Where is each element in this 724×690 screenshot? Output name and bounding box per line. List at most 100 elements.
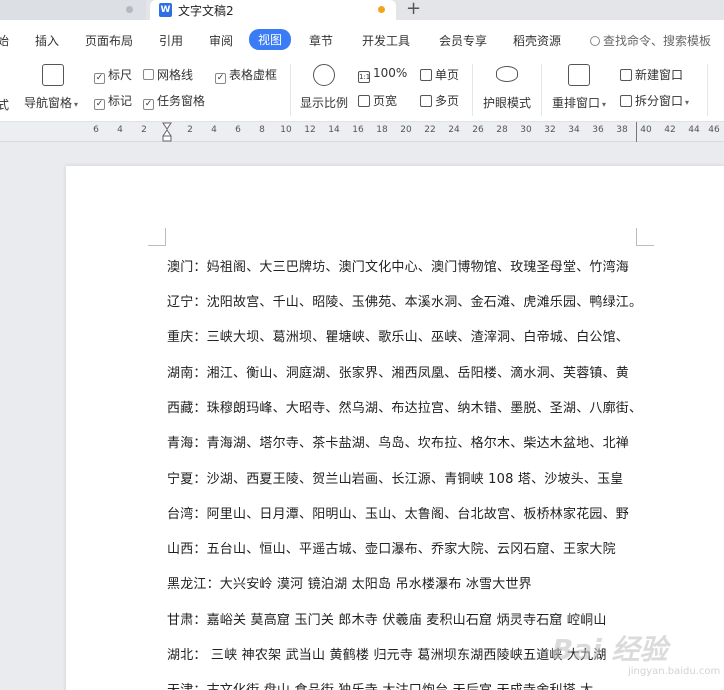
ruler-tick: 8	[259, 125, 265, 135]
document-line[interactable]: 甘肃：嘉峪关 莫高窟 玉门关 郎木寺 伏羲庙 麦积山石窟 炳灵寺石窟 崆峒山	[167, 609, 607, 628]
single-page-button[interactable]: 单页	[420, 66, 459, 83]
split-window-button[interactable]: 拆分窗口 ▾	[620, 92, 689, 109]
search-icon	[590, 36, 600, 46]
ribbon-separator	[541, 64, 542, 116]
ruler-tick: 30	[520, 125, 532, 135]
document-line[interactable]: 西藏：珠穆朗玛峰、大昭寺、然乌湖、布达拉宫、纳木错、墨脱、圣湖、八廓街、	[167, 397, 642, 416]
tab-previous[interactable]	[0, 0, 146, 20]
ruler-tick: 2	[141, 125, 147, 135]
ribbon-view: 式 导航窗格 ▾ ✓ 标尺 网格线 ✓ 表格虚框 ✓ 标记 ✓ 任务窗格 显示比例 1:1…	[0, 58, 724, 122]
rearrange-windows-button[interactable]: 重排窗口 ▾	[552, 94, 606, 111]
document-page[interactable]: 澳门：妈祖阁、大三巴牌坊、澳门文化中心、澳门博物馆、玫瑰圣母堂、竹湾海 辽宁：沈…	[66, 166, 724, 690]
ruler-checkbox[interactable]: ✓ 标尺	[94, 66, 132, 84]
page-width-label: 页宽	[373, 94, 398, 108]
document-line[interactable]: 台湾：阿里山、日月潭、阳明山、玉山、太鲁阁、台北故宫、板桥林家花园、野	[167, 503, 629, 522]
page-width-icon	[358, 95, 370, 107]
document-line[interactable]: 黑龙江：大兴安岭 漠河 镜泊湖 太阳岛 吊水楼瀑布 冰雪大世界	[167, 573, 532, 592]
document-line[interactable]: 辽宁：沈阳故宫、千山、昭陵、玉佛苑、本溪水洞、金石滩、虎滩乐园、鸭绿江。	[167, 291, 642, 310]
menu-member[interactable]: 会员专享	[439, 32, 487, 49]
tab-close-dot-icon[interactable]	[126, 6, 133, 13]
nav-pane-icon[interactable]	[42, 64, 64, 86]
ruler-tick: 28	[496, 125, 508, 135]
tab-active-document[interactable]: W 文字文稿2	[150, 0, 396, 22]
baidu-jingyan-watermark: Bai 经验 jingyan.baidu.com	[552, 626, 722, 677]
ruler-tick: 4	[211, 125, 217, 135]
split-window-label: 拆分窗口	[635, 94, 684, 108]
chevron-down-icon: ▾	[74, 100, 79, 109]
ruler-tick: 6	[235, 125, 241, 135]
zoom-100-label: 100%	[373, 66, 408, 80]
split-window-icon	[620, 95, 632, 107]
menu-bar: 始 插入 页面布局 引用 审阅 视图 章节 开发工具 会员专享 稻壳资源 查找命…	[0, 20, 724, 58]
rearrange-windows-icon[interactable]	[568, 64, 590, 86]
document-line[interactable]: 湖南：湘江、衡山、洞庭湖、张家界、湘西凤凰、岳阳楼、滴水洞、芙蓉镇、黄	[167, 362, 629, 381]
new-window-button[interactable]: 新建窗口	[620, 66, 683, 83]
menu-page-layout[interactable]: 页面布局	[85, 32, 133, 49]
document-line[interactable]: 青海：青海湖、塔尔寺、茶卡盐湖、鸟岛、坎布拉、格尔木、柴达木盆地、北禅	[167, 432, 629, 451]
ruler-tick: 4	[117, 125, 123, 135]
table-gridlines-label: 表格虚框	[229, 68, 278, 82]
menu-insert[interactable]: 插入	[35, 32, 59, 49]
menu-docer-resources[interactable]: 稻壳资源	[513, 32, 561, 49]
ruler-tick: 20	[400, 125, 412, 135]
ribbon-edge-fragment: 式	[0, 98, 10, 112]
ruler-tick: 22	[424, 125, 436, 135]
horizontal-ruler[interactable]: 6 4 2 2 4 6 8 10 12 14 16 18 20 22 24 26…	[0, 122, 724, 142]
page-width-button[interactable]: 页宽	[358, 92, 397, 109]
zoom-button[interactable]: 显示比例	[300, 94, 348, 111]
new-window-label: 新建窗口	[635, 68, 684, 82]
ruler-tick: 12	[304, 125, 316, 135]
document-line[interactable]: 湖北： 三峡 神农架 武当山 黄鹤楼 归元寺 葛洲坝东湖西陵峡五道峡 大九湖	[167, 644, 607, 663]
document-line[interactable]: 天津：古文化街 盘山 食品街 独乐寺 大沽口炮台 天后宫 天成寺舍利塔 大	[167, 679, 593, 690]
document-line[interactable]: 澳门：妈祖阁、大三巴牌坊、澳门文化中心、澳门博物馆、玫瑰圣母堂、竹湾海	[167, 256, 629, 275]
task-pane-checkbox[interactable]: ✓ 任务窗格	[143, 92, 206, 110]
check-icon: ✓	[94, 99, 105, 110]
check-icon: ✓	[94, 73, 105, 84]
marks-checkbox[interactable]: ✓ 标记	[94, 92, 133, 110]
new-tab-button[interactable]: +	[406, 0, 421, 19]
check-icon: ✓	[143, 99, 154, 110]
document-line[interactable]: 重庆：三峡大坝、葛洲坝、瞿塘峡、歌乐山、巫峡、渣滓洞、白帝城、白公馆、	[167, 326, 629, 345]
nav-pane-label: 导航窗格	[24, 96, 73, 110]
menu-references[interactable]: 引用	[159, 32, 183, 49]
menu-developer[interactable]: 开发工具	[362, 32, 410, 49]
ruler-tick: 18	[376, 125, 388, 135]
nav-pane-button[interactable]: 导航窗格 ▾	[24, 94, 78, 111]
menu-review[interactable]: 审阅	[209, 32, 233, 49]
margin-corner-mark	[148, 228, 166, 246]
ruler-tick: 14	[328, 125, 340, 135]
gridlines-label: 网格线	[157, 68, 194, 82]
tab-bar: W 文字文稿2 +	[0, 0, 724, 22]
rearrange-windows-label: 重排窗口	[552, 96, 601, 110]
chevron-down-icon: ▾	[685, 98, 690, 107]
marks-label: 标记	[108, 94, 133, 108]
multi-page-label: 多页	[435, 94, 460, 108]
ruler-tick: 34	[568, 125, 580, 135]
gridlines-checkbox[interactable]: 网格线	[143, 66, 193, 83]
menu-view[interactable]: 视图	[249, 29, 292, 50]
margin-corner-mark	[636, 228, 654, 246]
tab-title: 文字文稿2	[178, 4, 234, 18]
table-gridlines-checkbox[interactable]: ✓ 表格虚框	[215, 66, 278, 84]
right-margin-marker[interactable]	[636, 122, 644, 142]
indent-marker-icon[interactable]	[162, 122, 172, 142]
document-line[interactable]: 宁夏：沙湖、西夏王陵、贺兰山岩画、长江源、青铜峡 108 塔、沙坡头、玉皇	[167, 468, 623, 487]
check-icon: ✓	[215, 73, 226, 84]
ruler-tick: 24	[448, 125, 460, 135]
multi-page-button[interactable]: 多页	[420, 92, 459, 109]
eye-mode-button[interactable]: 护眼模式	[483, 94, 531, 111]
command-search-label: 查找命令、搜索模板	[603, 34, 712, 48]
ribbon-separator	[472, 64, 473, 116]
ruler-tick: 26	[472, 125, 484, 135]
zoom-icon[interactable]	[313, 64, 335, 86]
menu-start[interactable]: 始	[0, 32, 9, 49]
task-pane-label: 任务窗格	[157, 94, 206, 108]
eye-icon[interactable]	[496, 66, 518, 82]
menu-chapter[interactable]: 章节	[309, 32, 333, 49]
ruler-tick: 36	[592, 125, 604, 135]
command-search[interactable]: 查找命令、搜索模板	[590, 32, 711, 49]
ruler-tick: 42	[664, 125, 676, 135]
zoom-100-button[interactable]: 1:1 100%	[358, 66, 408, 83]
document-line[interactable]: 山西：五台山、恒山、平遥古城、壶口瀑布、乔家大院、云冈石窟、王家大院	[167, 538, 616, 557]
ribbon-separator	[290, 64, 291, 116]
